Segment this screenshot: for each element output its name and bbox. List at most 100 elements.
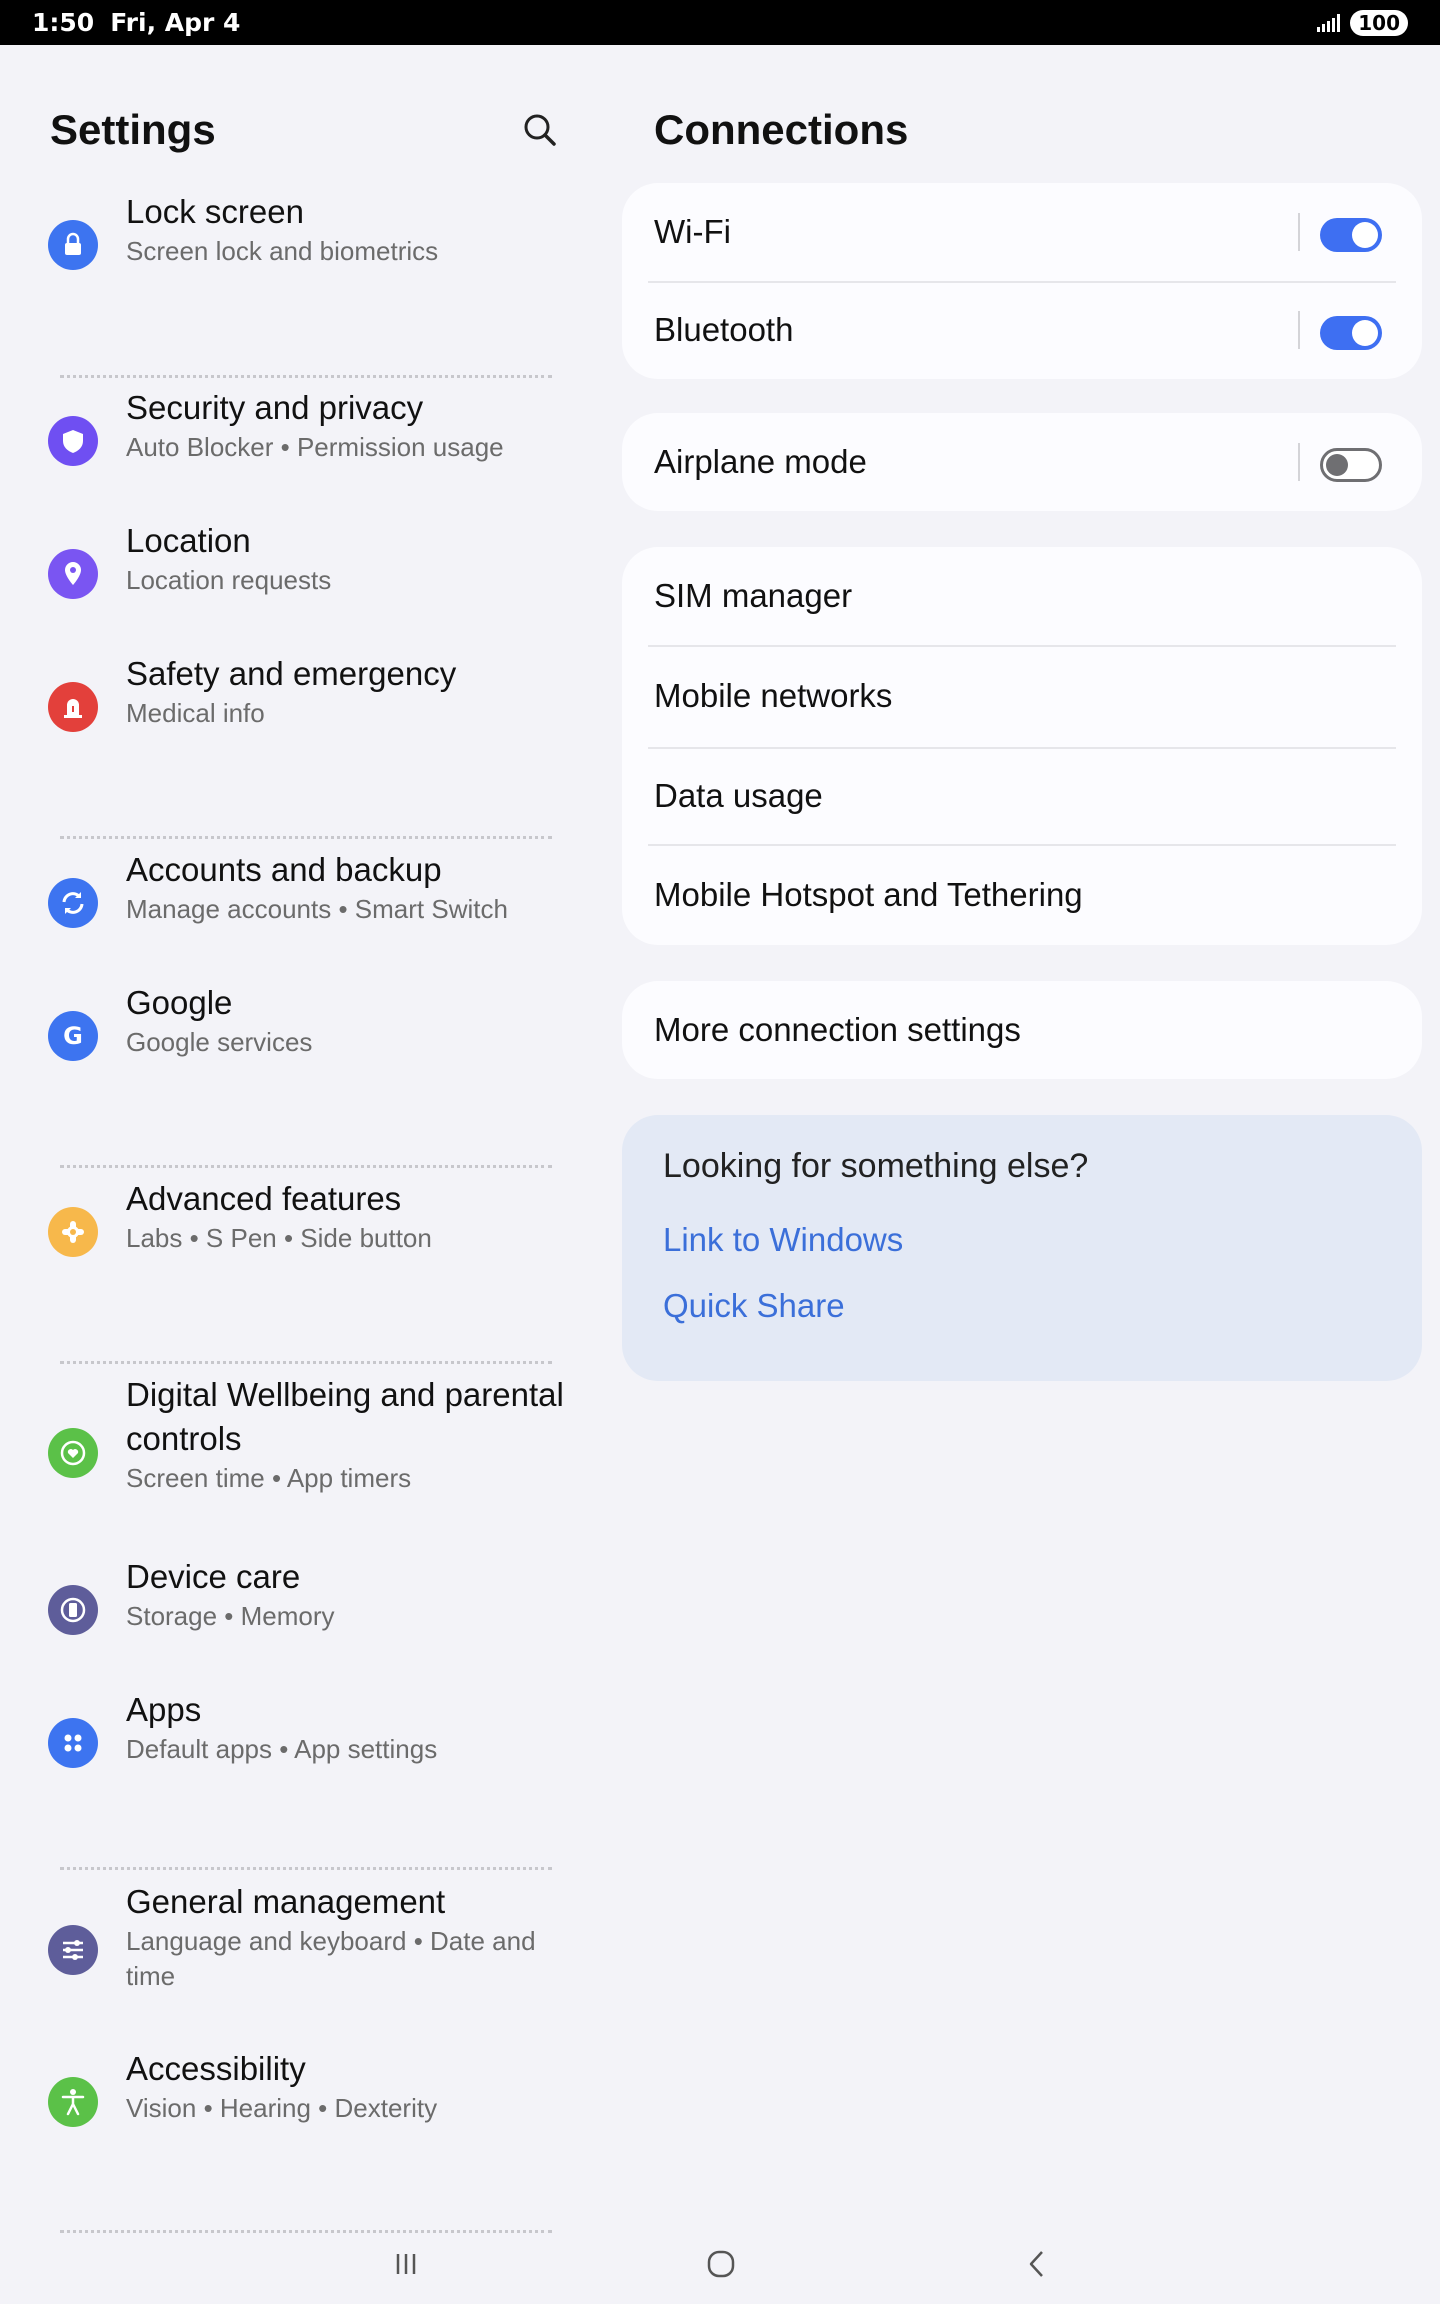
wifi-row[interactable]: Wi-Fi (622, 183, 1422, 281)
google-icon: G (48, 1011, 98, 1061)
search-button[interactable] (520, 110, 560, 150)
airplane-mode-label: Airplane mode (654, 443, 867, 480)
home-button[interactable] (699, 2242, 743, 2286)
network-card: SIM manager Mobile networks Data usage M… (622, 547, 1422, 945)
device-care-icon (48, 1585, 98, 1635)
shield-icon (48, 416, 98, 466)
location-pin-icon (48, 549, 98, 599)
menu-title: General management (126, 1883, 446, 1920)
menu-subtitle: Location requests (126, 565, 332, 595)
menu-subtitle: Auto Blocker • Permission usage (126, 432, 504, 462)
connections-pane: Connections Wi-Fi Bluetooth Airplane mod… (622, 45, 1422, 2245)
wellbeing-icon (48, 1428, 98, 1478)
menu-item-lock-screen[interactable]: Lock screen Screen lock and biometrics (0, 190, 600, 300)
search-icon (524, 114, 556, 146)
signal-icon (1317, 13, 1341, 32)
menu-title: Accessibility (126, 2050, 306, 2087)
menu-subtitle: Manage accounts • Smart Switch (126, 894, 508, 924)
menu-title: Accounts and backup (126, 851, 442, 888)
bluetooth-row[interactable]: Bluetooth (622, 281, 1422, 379)
lock-icon (48, 220, 98, 270)
hotspot-tethering-row[interactable]: Mobile Hotspot and Tethering (622, 844, 1422, 945)
menu-item-general-management[interactable]: General management Language and keyboard… (0, 1880, 600, 2010)
menu-item-advanced-features[interactable]: Advanced features Labs • S Pen • Side bu… (0, 1177, 600, 1287)
menu-title: Google (126, 984, 233, 1021)
wifi-toggle[interactable] (1320, 218, 1382, 252)
menu-item-accounts-backup[interactable]: Accounts and backup Manage accounts • Sm… (0, 848, 600, 958)
sync-icon (48, 878, 98, 928)
quick-share-link[interactable]: Quick Share (663, 1287, 845, 1325)
apps-grid-icon (48, 1718, 98, 1768)
menu-title: Lock screen (126, 193, 304, 230)
recents-button[interactable] (384, 2242, 428, 2286)
menu-title: Apps (126, 1691, 202, 1728)
separator (1298, 311, 1300, 349)
menu-item-device-care[interactable]: Device care Storage • Memory (0, 1555, 600, 1665)
menu-title: Digital Wellbeing and parental controls (126, 1376, 564, 1457)
navigation-bar (0, 2220, 1440, 2304)
airplane-card: Airplane mode (622, 413, 1422, 511)
divider (60, 1165, 552, 1168)
menu-subtitle: Medical info (126, 698, 265, 728)
divider (60, 1361, 552, 1364)
suggestions-card: Looking for something else? Link to Wind… (622, 1115, 1422, 1381)
puzzle-icon (48, 1207, 98, 1257)
divider (60, 375, 552, 378)
menu-item-location[interactable]: Location Location requests (0, 519, 600, 629)
menu-item-apps[interactable]: Apps Default apps • App settings (0, 1688, 600, 1798)
divider (60, 836, 552, 839)
row-label: More connection settings (654, 1011, 1021, 1048)
menu-subtitle: Screen lock and biometrics (126, 236, 439, 266)
menu-subtitle: Language and keyboard • Date and time (126, 1926, 536, 1991)
status-bar: 1:50 Fri, Apr 4 100 (0, 0, 1440, 45)
more-settings-card: More connection settings (622, 981, 1422, 1079)
home-icon (707, 2250, 735, 2278)
more-connection-settings-row[interactable]: More connection settings (622, 981, 1422, 1079)
menu-subtitle: Default apps • App settings (126, 1734, 438, 1764)
airplane-mode-row[interactable]: Airplane mode (622, 413, 1422, 511)
settings-header: Settings (50, 100, 560, 160)
connections-title: Connections (654, 106, 909, 153)
menu-subtitle: Labs • S Pen • Side button (126, 1223, 432, 1253)
menu-item-security-privacy[interactable]: Security and privacy Auto Blocker • Perm… (0, 386, 600, 496)
sliders-icon (48, 1925, 98, 1975)
bluetooth-toggle[interactable] (1320, 316, 1382, 350)
sim-manager-row[interactable]: SIM manager (622, 547, 1422, 645)
bluetooth-label: Bluetooth (654, 311, 794, 348)
back-button[interactable] (1016, 2242, 1060, 2286)
separator (1298, 213, 1300, 251)
menu-title: Security and privacy (126, 389, 424, 426)
status-right: 100 (1317, 9, 1408, 36)
battery-icon: 100 (1350, 9, 1408, 36)
menu-title: Location (126, 522, 251, 559)
menu-item-safety-emergency[interactable]: Safety and emergency Medical info (0, 652, 600, 762)
row-label: Mobile Hotspot and Tethering (654, 875, 1083, 913)
status-time: 1:50 (32, 8, 95, 37)
data-usage-row[interactable]: Data usage (622, 747, 1422, 844)
divider (60, 1867, 552, 1870)
menu-subtitle: Google services (126, 1027, 313, 1057)
row-label: Mobile networks (654, 677, 893, 714)
menu-subtitle: Screen time • App timers (126, 1463, 412, 1493)
menu-subtitle: Storage • Memory (126, 1601, 335, 1631)
menu-item-google[interactable]: G Google Google services (0, 981, 600, 1091)
menu-item-digital-wellbeing[interactable]: Digital Wellbeing and parental controls … (0, 1373, 600, 1503)
wireless-card: Wi-Fi Bluetooth (622, 183, 1422, 379)
menu-title: Safety and emergency (126, 655, 457, 692)
page-title: Settings (50, 106, 216, 153)
suggestions-title: Looking for something else? (663, 1147, 1089, 1185)
separator (1298, 443, 1300, 481)
menu-subtitle: Vision • Hearing • Dexterity (126, 2093, 438, 2123)
status-date: Fri, Apr 4 (110, 8, 241, 37)
emergency-icon (48, 682, 98, 732)
accessibility-icon (48, 2077, 98, 2127)
menu-item-accessibility[interactable]: Accessibility Vision • Hearing • Dexteri… (0, 2047, 600, 2157)
svg-text:G: G (63, 1022, 83, 1050)
mobile-networks-row[interactable]: Mobile networks (622, 645, 1422, 747)
airplane-mode-toggle[interactable] (1320, 448, 1382, 482)
menu-title: Device care (126, 1558, 301, 1595)
wifi-label: Wi-Fi (654, 213, 731, 250)
back-icon (1029, 2251, 1043, 2277)
row-label: Data usage (654, 776, 823, 814)
link-to-windows-link[interactable]: Link to Windows (663, 1221, 903, 1259)
